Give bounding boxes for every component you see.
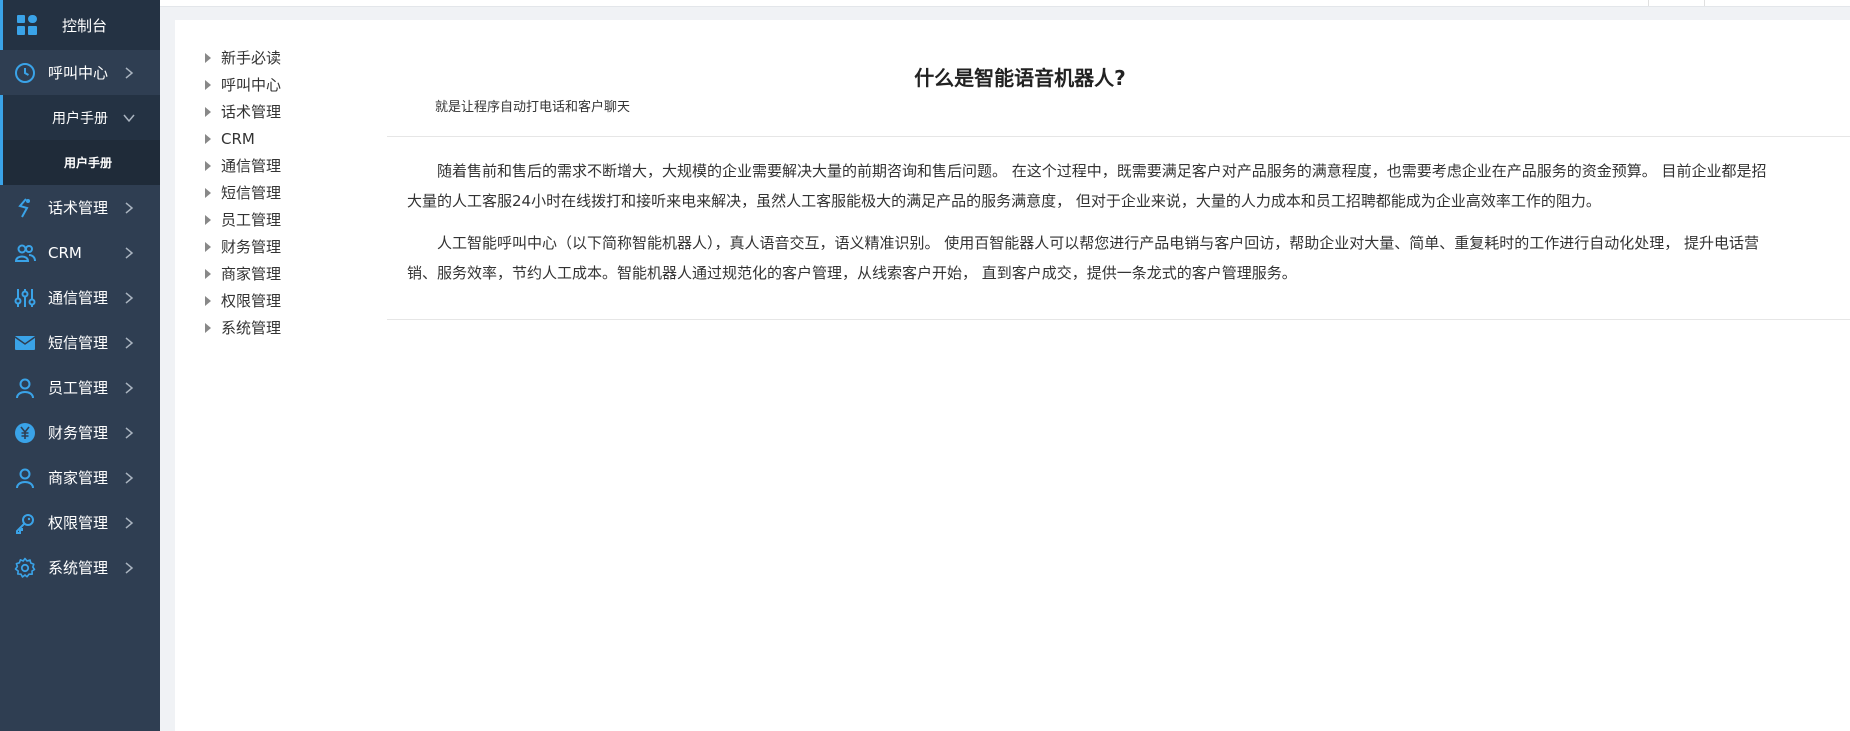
caret-right-icon xyxy=(205,52,211,63)
user-icon xyxy=(16,378,34,399)
sidebar-item-sms[interactable]: 短信管理 xyxy=(0,320,160,365)
paragraph-line: 大量的人工客服24小时在线拨打和接听来电来解决，虽然人工客服能极大的满足产品的服… xyxy=(407,192,1601,210)
sidebar-item-label: 员工管理 xyxy=(48,379,109,397)
caret-right-icon xyxy=(205,187,211,198)
divider xyxy=(387,319,1850,320)
tree-item-label: 新手必读 xyxy=(221,49,282,67)
sidebar-item-communication[interactable]: 通信管理 xyxy=(0,275,160,320)
caret-right-icon xyxy=(205,241,211,252)
sidebar-item-label: 商家管理 xyxy=(48,469,109,487)
tree-item-call-center[interactable]: 呼叫中心 xyxy=(205,71,281,98)
sidebar-item-label: 系统管理 xyxy=(48,559,109,577)
sidebar-subsubitem-user-manual[interactable]: 用户手册 xyxy=(0,140,160,185)
user-icon xyxy=(16,468,34,489)
chevron-right-icon xyxy=(125,382,134,394)
tree-item-system[interactable]: 系统管理 xyxy=(205,314,281,341)
tree-item-label: CRM xyxy=(221,129,255,148)
article-subtitle: 就是让程序自动打电话和客户聊天 xyxy=(435,100,631,115)
clock-icon xyxy=(15,63,35,83)
chevron-down-icon xyxy=(123,114,135,123)
top-bar xyxy=(160,0,1850,7)
caret-right-icon xyxy=(205,268,211,279)
paragraph-line: 销、服务效率，节约人工成本。智能机器人通过规范化的客户管理，从线索客户开始， 直… xyxy=(407,264,1297,282)
caret-right-icon xyxy=(205,322,211,333)
sidebar-item-label: 权限管理 xyxy=(48,514,109,532)
tree-item-label: 短信管理 xyxy=(221,184,282,202)
paragraph-line: 人工智能呼叫中心（以下简称智能机器人），真人语音交互，语义精准识别。 使用百智能… xyxy=(437,234,1760,252)
script-icon xyxy=(18,198,30,218)
sidebar-item-script[interactable]: 话术管理 xyxy=(0,185,160,230)
caret-right-icon xyxy=(205,295,211,306)
chevron-right-icon xyxy=(125,292,134,304)
main-card: 新手必读 呼叫中心 话术管理 CRM 通信管理 短信管理 员工管理 财务管理 商… xyxy=(175,20,1850,731)
tree-item-label: 话术管理 xyxy=(221,103,282,121)
chevron-right-icon xyxy=(125,427,134,439)
sidebar-item-label: 用户手册 xyxy=(52,110,108,127)
tree-item-label: 通信管理 xyxy=(221,157,282,175)
top-bar-divider xyxy=(1704,0,1705,6)
tree-item-finance[interactable]: 财务管理 xyxy=(205,233,281,260)
tree-item-label: 财务管理 xyxy=(221,238,282,256)
tree-item-merchant[interactable]: 商家管理 xyxy=(205,260,281,287)
key-icon xyxy=(16,514,34,534)
sidebar-item-label: 话术管理 xyxy=(48,199,109,217)
sidebar-item-staff[interactable]: 员工管理 xyxy=(0,365,160,410)
sidebar-item-merchant[interactable]: 商家管理 xyxy=(0,455,160,500)
tree-item-staff[interactable]: 员工管理 xyxy=(205,206,281,233)
chevron-right-icon xyxy=(125,247,134,259)
sidebar-item-label: 控制台 xyxy=(62,16,108,35)
sidebar-item-crm[interactable]: CRM xyxy=(0,230,160,275)
caret-right-icon xyxy=(205,160,211,171)
paragraph-line: 随着售前和售后的需求不断增大，大规模的企业需要解决大量的前期咨询和售后问题。 在… xyxy=(437,162,1767,180)
sidebar-item-label: 用户手册 xyxy=(64,156,113,170)
tree-item-label: 权限管理 xyxy=(221,292,282,310)
sidebar-item-label: CRM xyxy=(48,243,82,262)
sidebar-item-dashboard[interactable]: 控制台 xyxy=(0,0,160,50)
sidebar-item-system[interactable]: 系统管理 xyxy=(0,545,160,590)
tree-item-beginner[interactable]: 新手必读 xyxy=(205,44,281,71)
tree-item-label: 员工管理 xyxy=(221,211,282,229)
help-tree: 新手必读 呼叫中心 话术管理 CRM 通信管理 短信管理 员工管理 财务管理 商… xyxy=(205,44,281,341)
sidebar-item-finance[interactable]: 财务管理 xyxy=(0,410,160,455)
article-paragraph: 随着售前和售后的需求不断增大，大规模的企业需要解决大量的前期咨询和售后问题。 在… xyxy=(407,156,1850,216)
divider xyxy=(387,136,1850,137)
sidebar-item-call-center[interactable]: 呼叫中心 xyxy=(0,50,160,95)
sidebar-item-label: 短信管理 xyxy=(48,334,109,352)
tree-item-permission[interactable]: 权限管理 xyxy=(205,287,281,314)
sidebar: 控制台 呼叫中心 用户手册 用户手册 话术管理 CRM 通信管理 短信管理 员工… xyxy=(0,0,160,731)
caret-right-icon xyxy=(205,214,211,225)
sidebar-item-label: 呼叫中心 xyxy=(48,64,109,82)
mail-icon xyxy=(14,336,36,350)
chevron-right-icon xyxy=(125,562,134,574)
chevron-right-icon xyxy=(125,472,134,484)
sidebar-item-label: 财务管理 xyxy=(48,424,109,442)
top-bar-divider xyxy=(1648,0,1649,6)
chevron-right-icon xyxy=(125,517,134,529)
caret-right-icon xyxy=(205,79,211,90)
article-title: 什么是智能语音机器人? xyxy=(914,66,1126,90)
caret-right-icon xyxy=(205,106,211,117)
yuan-icon xyxy=(15,423,35,443)
tree-item-script[interactable]: 话术管理 xyxy=(205,98,281,125)
sidebar-item-label: 通信管理 xyxy=(48,289,109,307)
chevron-right-icon xyxy=(125,202,134,214)
tree-item-label: 呼叫中心 xyxy=(221,76,282,94)
gear-icon xyxy=(14,557,36,578)
chevron-right-icon xyxy=(125,337,134,349)
users-icon xyxy=(14,244,36,262)
caret-right-icon xyxy=(205,133,211,144)
dashboard-icon xyxy=(17,15,37,35)
sliders-icon xyxy=(14,289,36,307)
sidebar-item-permission[interactable]: 权限管理 xyxy=(0,500,160,545)
tree-item-label: 商家管理 xyxy=(221,265,282,283)
tree-item-crm[interactable]: CRM xyxy=(205,125,281,152)
tree-item-communication[interactable]: 通信管理 xyxy=(205,152,281,179)
article-paragraph: 人工智能呼叫中心（以下简称智能机器人），真人语音交互，语义精准识别。 使用百智能… xyxy=(407,228,1850,288)
chevron-right-icon xyxy=(125,67,134,79)
sidebar-subitem-user-manual[interactable]: 用户手册 xyxy=(0,95,160,140)
tree-item-sms[interactable]: 短信管理 xyxy=(205,179,281,206)
tree-item-label: 系统管理 xyxy=(221,319,282,337)
